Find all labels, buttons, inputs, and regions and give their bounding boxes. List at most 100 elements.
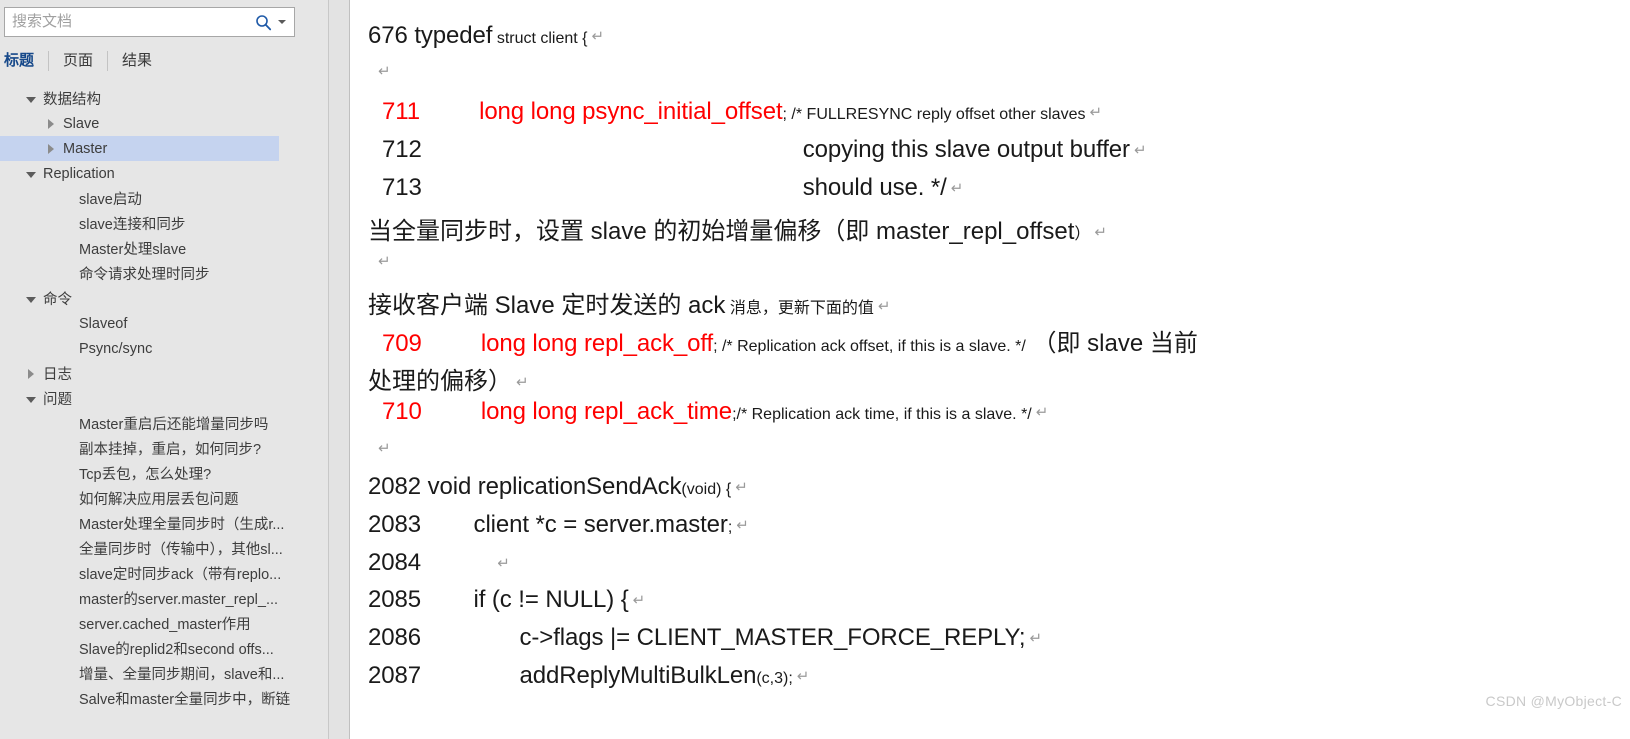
triangle-down-icon[interactable] [23, 291, 39, 307]
paragraph-mark-icon: ↵ [1029, 630, 1043, 647]
triangle-down-icon[interactable] [23, 391, 39, 407]
paragraph-mark-icon: ↵ [1089, 104, 1103, 121]
paragraph-mark-icon: ↵ [632, 592, 646, 609]
nav-tree-item-label: Master重启后还能增量同步吗 [79, 417, 269, 433]
document-line-l713: 713 should use. */↵ [382, 174, 963, 202]
nav-tree-item-19[interactable]: slave定时同步ack（带有replo... [0, 561, 328, 586]
nav-tree-item-9[interactable]: Slaveof [0, 311, 328, 336]
paragraph-mark-icon: ↵ [591, 28, 605, 45]
document-line-cn1: 当全量同步时，设置 slave 的初始增量偏移（即 master_repl_of… [368, 218, 1107, 245]
paragraph-mark-icon: ↵ [736, 517, 749, 534]
nav-tree-item-16[interactable]: 如何解决应用层丢包问题 [0, 486, 328, 511]
document-line-l2084: 2084 ↵ [368, 549, 510, 577]
document-line-l2085: 2085 if (c != NULL) {↵ [368, 586, 645, 614]
nav-tree-item-20[interactable]: master的server.master_repl_... [0, 586, 328, 611]
document-line-l2083: 2083 client *c = server.master; ↵ [368, 511, 749, 538]
triangle-down-icon[interactable] [23, 166, 39, 182]
nav-tree-item-label: 全量同步时（传输中），其他sl... [79, 542, 283, 558]
search-box[interactable] [4, 7, 295, 37]
nav-tree-item-0[interactable]: 数据结构 [0, 86, 328, 111]
paragraph-mark-icon: ↵ [796, 668, 810, 685]
nav-tree-item-22[interactable]: Slave的replid2和second offs... [0, 636, 328, 661]
nav-tree-item-7[interactable]: 命令请求处理时同步 [0, 261, 328, 286]
line-number: 712 [382, 136, 422, 163]
triangle-right-icon[interactable] [43, 141, 59, 157]
paragraph-mark-icon: ↵ [950, 180, 964, 197]
document-line-l2082: 2082 void replicationSendAck(void) {↵ [368, 473, 748, 500]
nav-tree-item-label: 增量、全量同步期间，slave和... [79, 667, 285, 683]
triangle-down-icon[interactable] [23, 91, 39, 107]
line-text: client *c = server.master [421, 511, 728, 538]
document-line-l2087: 2087 addReplyMultiBulkLen(c,3); ↵ [368, 662, 810, 689]
nav-tree-item-24[interactable]: Salve和master全量同步中，断链 [0, 686, 328, 711]
nav-tab-1[interactable]: 页面 [63, 51, 109, 71]
line-number: 709 [382, 330, 422, 357]
nav-tree-item-1[interactable]: Slave [0, 111, 328, 136]
document-canvas[interactable]: 676 typedef struct client {↵ ↵ 711 long lo… [350, 0, 1630, 739]
nav-tree-item-label: Master [63, 140, 108, 157]
nav-tree-item-label: slave启动 [79, 192, 142, 208]
navigation-tree[interactable]: 数据结构 Slave Master Replication slave启动 slave连接… [0, 86, 328, 739]
document-line-blank1: ↵ [374, 62, 391, 83]
line-suffix: （即 slave 当前 [1025, 330, 1198, 357]
triangle-right-icon[interactable] [23, 366, 39, 382]
paragraph-mark-icon: ↵ [378, 63, 391, 80]
line-text: c->flags |= CLIENT_MASTER_FORCE_REPLY; [421, 624, 1026, 651]
nav-tree-item-label: Slaveof [79, 315, 128, 332]
nav-tree-item-12[interactable]: 问题 [0, 386, 328, 411]
line-text: long long repl_ack_time [421, 398, 733, 425]
document-line-blank3: ↵ [374, 439, 391, 460]
nav-tree-item-4[interactable]: slave启动 [0, 186, 328, 211]
document-line-l711: 711 long long psync_initial_offset; /* F… [382, 98, 1103, 125]
nav-tab-2[interactable]: 结果 [122, 51, 166, 71]
search-icon[interactable] [252, 11, 274, 33]
nav-tree-item-15[interactable]: Tcp丢包，怎么处理? [0, 461, 328, 486]
nav-tree-item-14[interactable]: 副本挂掉，重启，如何同步? [0, 436, 328, 461]
triangle-right-icon[interactable] [43, 116, 59, 132]
line-number: 676 [368, 22, 408, 49]
nav-tree-item-label: server.cached_master作用 [79, 617, 251, 633]
nav-tree-item-17[interactable]: Master处理全量同步时（生成r... [0, 511, 328, 536]
paragraph-mark-icon: ↵ [378, 440, 391, 457]
line-text: 处理的偏移） [368, 368, 512, 395]
nav-tree-item-label: 问题 [43, 392, 72, 408]
nav-tree-item-18[interactable]: 全量同步时（传输中），其他sl... [0, 536, 328, 561]
line-number: 2086 [368, 624, 421, 651]
nav-tree-item-21[interactable]: server.cached_master作用 [0, 611, 328, 636]
document-line-l709: 709 long long repl_ack_off; /* Replicati… [382, 330, 1198, 357]
paragraph-mark-icon: ↵ [1133, 142, 1147, 159]
document-line-cn2: 接收客户端 Slave 定时发送的 ack 消息，更新下面的值 ↵ [368, 292, 891, 319]
nav-tree-item-6[interactable]: Master处理slave [0, 236, 328, 261]
word-window: 标题页面结果 数据结构 Slave Master Replication slave启动… [0, 0, 1630, 739]
nav-tab-0[interactable]: 标题 [4, 51, 50, 71]
nav-tree-item-23[interactable]: 增量、全量同步期间，slave和... [0, 661, 328, 686]
nav-tree-item-5[interactable]: slave连接和同步 [0, 211, 328, 236]
nav-tree-item-3[interactable]: Replication [0, 161, 328, 186]
nav-tree-item-label: Tcp丢包，怎么处理? [79, 467, 212, 483]
nav-tree-item-label: 副本挂掉，重启，如何同步? [79, 442, 262, 458]
nav-tree-item-8[interactable]: 命令 [0, 286, 328, 311]
search-options-chevron-down-icon[interactable] [274, 11, 290, 33]
document-line-l712: 712 copying this slave output buffer ↵ [382, 136, 1147, 164]
line-text: long long repl_ack_off [421, 330, 714, 357]
nav-tree-item-11[interactable]: 日志 [0, 361, 328, 386]
document-line-cn3: 处理的偏移） ↵ [368, 361, 529, 396]
nav-tree-item-13[interactable]: Master重启后还能增量同步吗 [0, 411, 328, 436]
nav-tree-item-10[interactable]: Psync/sync [0, 336, 328, 361]
line-number: 711 [382, 98, 420, 125]
nav-tree-item-2[interactable]: Master [0, 136, 279, 161]
pane-splitter[interactable] [329, 0, 350, 739]
search-input[interactable] [12, 9, 252, 35]
